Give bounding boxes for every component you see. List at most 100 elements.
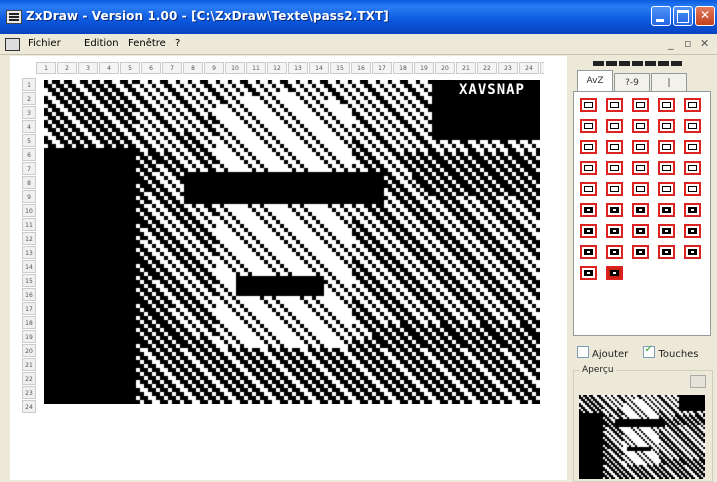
palette-char-button[interactable] — [658, 245, 675, 259]
touches-label: Touches — [658, 349, 699, 360]
palette-char-button[interactable] — [606, 182, 623, 196]
palette-char-button[interactable] — [632, 140, 649, 154]
row-label: 14 — [22, 260, 36, 273]
app-icon[interactable] — [6, 10, 22, 24]
ajouter-label: Ajouter — [592, 349, 629, 360]
delete-char-button[interactable] — [606, 266, 623, 280]
palette-char-button[interactable] — [632, 245, 649, 259]
palette-char-button[interactable] — [606, 203, 623, 217]
palette-char-button[interactable] — [684, 140, 701, 154]
column-label: 6 — [141, 62, 161, 74]
banner-text: XAVSNAP — [444, 80, 540, 100]
column-label: 19 — [414, 62, 434, 74]
palette-char-button[interactable] — [580, 119, 597, 133]
palette-char-button[interactable] — [684, 245, 701, 259]
apercu-group: Aperçu — [573, 365, 713, 482]
tab-symbols[interactable]: | — [651, 73, 687, 92]
drawing-canvas[interactable] — [44, 80, 540, 404]
palette-char-button[interactable] — [606, 140, 623, 154]
menu-help[interactable]: ? — [175, 38, 180, 49]
apercu-expand-button[interactable] — [690, 375, 706, 388]
palette-char-button[interactable] — [632, 182, 649, 196]
column-label: 9 — [204, 62, 224, 74]
row-label: 8 — [22, 176, 36, 189]
row-label: 23 — [22, 386, 36, 399]
menu-fenetre[interactable]: Fenêtre — [128, 38, 166, 49]
palette-char-button[interactable] — [658, 224, 675, 238]
palette-char-button[interactable] — [632, 203, 649, 217]
window-title: ZxDraw - Version 1.00 - [C:\ZxDraw\Texte… — [26, 9, 389, 23]
column-label: 16 — [351, 62, 371, 74]
palette-char-button[interactable] — [632, 224, 649, 238]
row-label: 17 — [22, 302, 36, 315]
palette-char-button[interactable] — [684, 119, 701, 133]
row-label: 3 — [22, 106, 36, 119]
tab-letters[interactable]: AvZ — [577, 70, 613, 92]
palette-char-button[interactable] — [580, 203, 597, 217]
column-label: 25 — [540, 62, 544, 74]
palette-char-button[interactable] — [684, 203, 701, 217]
row-label: 7 — [22, 162, 36, 175]
palette-char-button[interactable] — [658, 203, 675, 217]
child-minimize-icon[interactable]: _ — [668, 37, 674, 50]
row-label: 13 — [22, 246, 36, 259]
palette-char-button[interactable] — [658, 161, 675, 175]
palette-char-button[interactable] — [580, 182, 597, 196]
palette-char-button[interactable] — [580, 266, 597, 280]
row-label: 4 — [22, 120, 36, 133]
palette-char-button[interactable] — [658, 182, 675, 196]
palette-char-button[interactable] — [580, 161, 597, 175]
maximize-button[interactable] — [673, 6, 693, 26]
ajouter-checkbox[interactable] — [577, 346, 589, 358]
row-label: 20 — [22, 344, 36, 357]
column-label: 2 — [57, 62, 77, 74]
tool-panel: AvZ?-9| Ajouter Touches Aperçu — [567, 56, 717, 482]
palette-char-button[interactable] — [632, 161, 649, 175]
row-label: 6 — [22, 148, 36, 161]
touches-checkbox[interactable] — [643, 344, 656, 358]
row-ruler: 1 2 3 4 5 6 7 8 9 10 11 12 13 14 15 16 17 18 19 20 21 22 23 24 — [22, 78, 36, 414]
preview-canvas — [579, 395, 705, 479]
menu-fichier[interactable]: Fichier — [28, 38, 61, 49]
apercu-label: Aperçu — [580, 365, 616, 375]
row-label: 22 — [22, 372, 36, 385]
row-label: 2 — [22, 92, 36, 105]
column-label: 20 — [435, 62, 455, 74]
menu-edition[interactable]: Edition — [84, 38, 119, 49]
row-label: 9 — [22, 190, 36, 203]
palette-char-button[interactable] — [580, 140, 597, 154]
child-restore-icon[interactable]: ▫ — [684, 37, 691, 50]
column-ruler: 1234567891011121314151617181920212223242… — [36, 62, 544, 74]
palette-char-button[interactable] — [658, 140, 675, 154]
character-palette — [573, 91, 711, 336]
column-label: 21 — [456, 62, 476, 74]
row-label: 18 — [22, 316, 36, 329]
palette-char-button[interactable] — [580, 245, 597, 259]
palette-char-button[interactable] — [606, 119, 623, 133]
tab-digits[interactable]: ?-9 — [614, 73, 650, 92]
palette-char-button[interactable] — [684, 224, 701, 238]
palette-char-button[interactable] — [606, 224, 623, 238]
close-button[interactable] — [695, 6, 715, 26]
row-label: 16 — [22, 288, 36, 301]
column-label: 4 — [99, 62, 119, 74]
child-close-icon[interactable]: ✕ — [700, 37, 709, 50]
options-row: Ajouter Touches — [577, 344, 699, 360]
column-label: 17 — [372, 62, 392, 74]
palette-char-button[interactable] — [606, 245, 623, 259]
palette-char-button[interactable] — [684, 182, 701, 196]
palette-char-button[interactable] — [606, 161, 623, 175]
document-icon[interactable] — [5, 38, 20, 51]
palette-char-button[interactable] — [632, 98, 649, 112]
palette-char-button[interactable] — [606, 98, 623, 112]
palette-char-button[interactable] — [658, 98, 675, 112]
palette-char-button[interactable] — [580, 224, 597, 238]
palette-char-button[interactable] — [580, 98, 597, 112]
palette-char-button[interactable] — [658, 119, 675, 133]
column-label: 8 — [183, 62, 203, 74]
minimize-button[interactable] — [651, 6, 671, 26]
column-label: 24 — [519, 62, 539, 74]
palette-char-button[interactable] — [632, 119, 649, 133]
palette-char-button[interactable] — [684, 161, 701, 175]
palette-char-button[interactable] — [684, 98, 701, 112]
